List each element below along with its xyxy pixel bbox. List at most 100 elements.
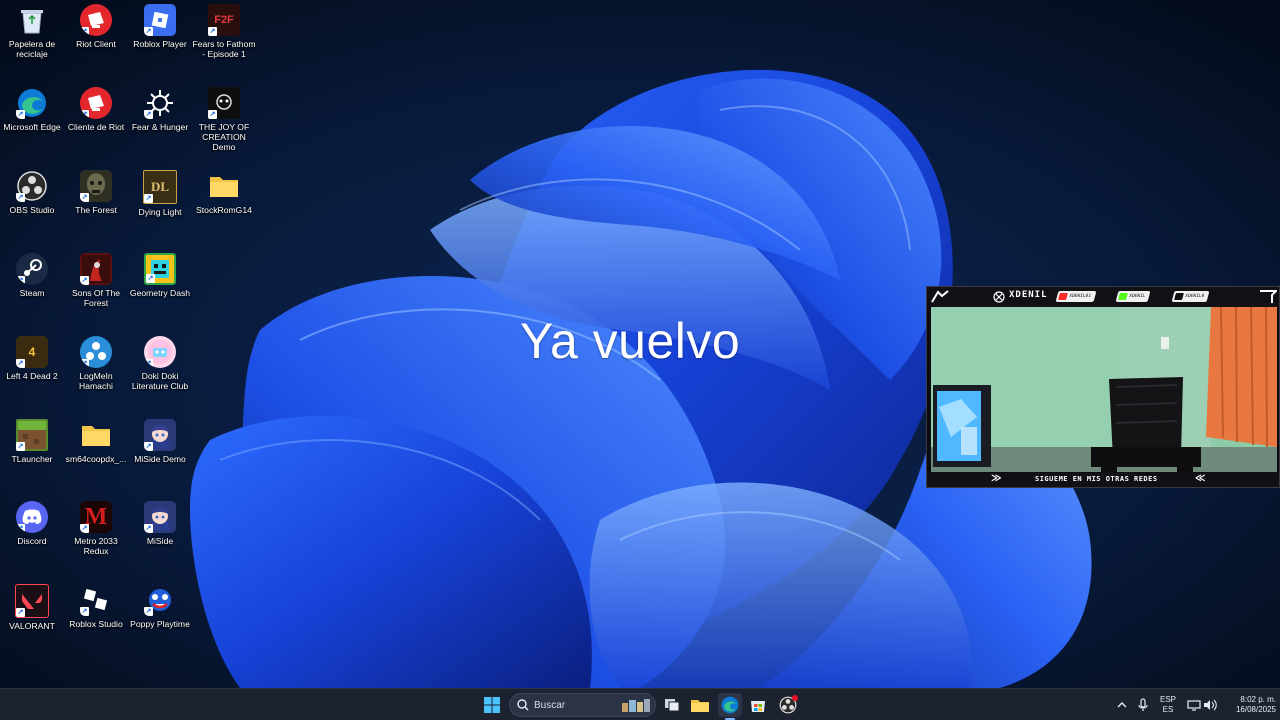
volume-icon — [1204, 699, 1217, 711]
desktop-icon-obs-studio[interactable]: ↗ OBS Studio — [0, 166, 64, 215]
corner-ornament-icon — [931, 290, 949, 303]
desktop-icon-riot-client[interactable]: ↗ Riot Client — [64, 0, 128, 49]
social-handle: XDENIL0 — [1184, 294, 1205, 299]
desktop-icon-label: Sons Of The Forest — [71, 288, 121, 308]
desktop-icon-geometry-dash[interactable]: ↗ Geometry Dash — [128, 249, 192, 298]
desktop-icon-label: The Forest — [75, 205, 117, 215]
steam-icon: ↗ — [16, 253, 48, 285]
desktop-icon-dying-light[interactable]: DL ↗ Dying Light — [128, 166, 192, 217]
webcam-overlay: XDENIL XDENIL01 XDENIL XDENIL0 ≫ SIGUEME… — [926, 286, 1280, 488]
desktop-icon-valorant[interactable]: ↗ VALORANT — [0, 580, 64, 631]
desktop-icon-label: Riot Client — [76, 39, 116, 49]
taskbar: Buscar ESP ES 8:02 p. m. 16/08/2025 — [0, 688, 1280, 720]
desktop-icon-left-4-dead-2[interactable]: 4 ↗ Left 4 Dead 2 — [0, 332, 64, 381]
webcam-brand: XDENIL — [1009, 290, 1048, 300]
desktop-icon-miside-demo[interactable]: ↗ MiSide Demo — [128, 415, 192, 464]
xdenil-logo-icon — [993, 291, 1005, 303]
desktop-icon-label: Left 4 Dead 2 — [6, 371, 58, 381]
microsoft-store-icon — [751, 701, 765, 712]
edge-icon — [721, 696, 739, 714]
desktop-icon-label: THE JOY OF CREATION Demo — [198, 122, 250, 152]
ddlc-icon: ↗ — [144, 336, 176, 368]
youtube-icon — [1058, 293, 1068, 300]
chevrons-right-icon: ≫ — [991, 473, 1002, 484]
clock-date: 16/08/2025 — [1235, 705, 1276, 714]
windows-start-button[interactable] — [480, 693, 504, 717]
corner-ornament-icon — [1260, 290, 1277, 303]
search-placeholder: Buscar — [534, 700, 566, 711]
folder-icon — [208, 170, 240, 202]
recording-badge — [792, 695, 798, 701]
obs-taskbar-button[interactable] — [776, 693, 800, 717]
task-view-button[interactable] — [660, 693, 684, 717]
desktop-icon-recycle-bin[interactable]: Papelera de reciclaje — [0, 0, 64, 59]
system-clock[interactable]: 8:02 p. m. 16/08/2025 — [1222, 695, 1276, 715]
desktop-icon-doki-doki[interactable]: ↗ Doki Doki Literature Club — [128, 332, 192, 391]
kick-icon — [1118, 293, 1128, 300]
taskbar-search-box[interactable]: Buscar — [509, 693, 656, 717]
desktop-icon-microsoft-edge[interactable]: ↗ Microsoft Edge — [0, 83, 64, 132]
dying-light-icon: DL ↗ — [143, 170, 177, 204]
desktop-icon-label: StockRomG14 — [196, 205, 252, 215]
desktop-icon-label: Dying Light — [138, 207, 182, 217]
desktop-icon-sm64coopdx[interactable]: sm64coopdx_... — [64, 415, 128, 464]
roblox-studio-icon: ↗ — [80, 584, 112, 616]
desktop-icon-roblox-player[interactable]: ↗ Roblox Player — [128, 0, 192, 49]
desktop-icon-label: OBS Studio — [9, 205, 55, 215]
file-explorer-button[interactable] — [688, 693, 712, 717]
miside-icon: ↗ — [144, 501, 176, 533]
desktop-icon-fear-and-hunger[interactable]: ↗ Fear & Hunger — [128, 83, 192, 132]
desktop-icon-tlauncher[interactable]: ↗ TLauncher — [0, 415, 64, 464]
social-handle: XDENIL — [1128, 294, 1146, 299]
desktop-icon-label: MiSide Demo — [134, 454, 186, 464]
desktop-icon-logmein-hamachi[interactable]: ↗ LogMeIn Hamachi — [64, 332, 128, 391]
tiktok-icon — [1174, 293, 1184, 300]
search-icon — [517, 699, 529, 711]
desktop-icon-label: TLauncher — [11, 454, 53, 464]
desktop-icon-discord[interactable]: ↗ Discord — [0, 497, 64, 546]
sons-of-the-forest-icon: ↗ — [80, 253, 112, 285]
desktop-icon-label: Cliente de Riot — [67, 122, 125, 132]
widgets-icon — [622, 699, 650, 712]
volume-button[interactable] — [1198, 693, 1222, 717]
language-indicator[interactable]: ESP ES — [1160, 695, 1176, 715]
roblox-player-icon: ↗ — [144, 4, 176, 36]
chevrons-left-icon: ≪ — [1195, 473, 1206, 484]
language-code: ESP — [1160, 695, 1177, 704]
desktop-icon-poppy-playtime[interactable]: ↗ Poppy Playtime — [128, 580, 192, 629]
task-view-icon — [665, 699, 680, 712]
edge-taskbar-button[interactable] — [718, 693, 742, 717]
desktop-icon-joy-of-creation[interactable]: ↗ THE JOY OF CREATION Demo — [192, 83, 256, 152]
microsoft-store-button[interactable] — [746, 693, 770, 717]
file-explorer-icon — [691, 700, 709, 712]
desktop-icon-label: Geometry Dash — [129, 288, 191, 298]
joy-of-creation-icon: ↗ — [208, 87, 240, 119]
desktop-icon-label: Fears to Fathom - Episode 1 — [192, 39, 256, 59]
desktop-icon-label: LogMeIn Hamachi — [79, 371, 113, 391]
desktop-icon-label: Microsoft Edge — [3, 122, 61, 132]
desktop-icon-label: Poppy Playtime — [130, 619, 190, 629]
social-handle: XDENIL01 — [1068, 294, 1092, 299]
desktop-icon-label: Metro 2033 Redux — [74, 536, 118, 556]
desktop-icon-label: sm64coopdx_... — [65, 454, 127, 464]
f2f-glyph: F2F — [214, 14, 234, 26]
microphone-button[interactable] — [1131, 693, 1155, 717]
desktop-icon-cliente-de-riot[interactable]: ↗ Cliente de Riot — [64, 83, 128, 132]
desktop-icon-miside[interactable]: ↗ MiSide — [128, 497, 192, 546]
riot-client-icon: ↗ — [80, 87, 112, 119]
desktop-icon-label: Papelera de reciclaje — [8, 39, 56, 59]
desktop-icon-roblox-studio[interactable]: ↗ Roblox Studio — [64, 580, 128, 629]
desktop-icon-metro-2033-redux[interactable]: M ↗ Metro 2033 Redux — [64, 497, 128, 556]
desktop-icon-fears-to-fathom[interactable]: F2F ↗ Fears to Fathom - Episode 1 — [192, 0, 256, 59]
poppy-playtime-icon: ↗ — [144, 584, 176, 616]
microphone-icon — [1138, 698, 1148, 711]
keyboard-layout: ES — [1162, 705, 1174, 714]
the-forest-icon: ↗ — [80, 170, 112, 202]
desktop-icon-sons-of-the-forest[interactable]: ↗ Sons Of The Forest — [64, 249, 128, 308]
desktop-icon-steam[interactable]: ↗ Steam — [0, 249, 64, 298]
desktop-icon-the-forest[interactable]: ↗ The Forest — [64, 166, 128, 215]
desktop-icon-stockromg14[interactable]: StockRomG14 — [192, 166, 256, 215]
folder-icon — [80, 419, 112, 451]
riot-client-icon: ↗ — [80, 4, 112, 36]
desktop-icon-label: Doki Doki Literature Club — [131, 371, 189, 391]
